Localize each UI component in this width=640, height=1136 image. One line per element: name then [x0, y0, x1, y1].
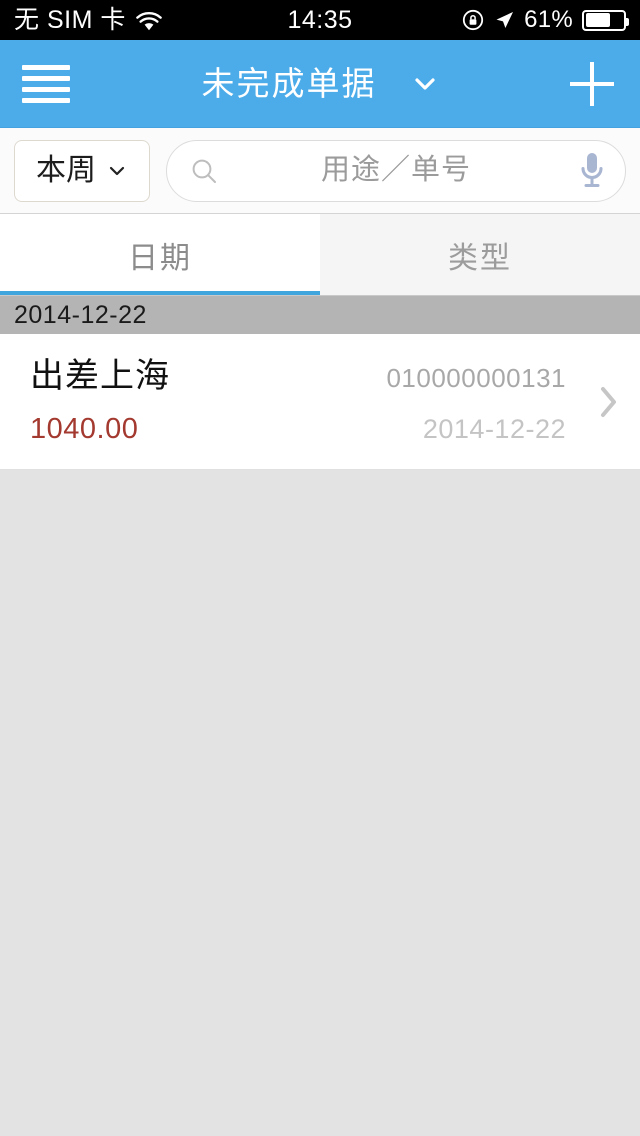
row-secondary-line: 1040.00 2014-12-22: [30, 415, 626, 444]
page-title: 未完成单据: [201, 65, 377, 102]
battery-nub: [626, 17, 629, 26]
chevron-down-icon: [106, 160, 128, 182]
tab-type[interactable]: 类型: [320, 214, 640, 295]
app-header: 未完成单据: [0, 40, 640, 128]
search-icon: [189, 156, 219, 186]
status-bar-left: 无 SIM 卡: [14, 5, 162, 34]
microphone-icon[interactable]: [577, 150, 607, 192]
date-range-dropdown[interactable]: 本周: [14, 139, 150, 202]
document-number: 010000000131: [386, 363, 566, 393]
document-title: 出差上海: [30, 357, 170, 395]
document-list[interactable]: 2014-12-22 出差上海 010000000131 1040.00 201…: [0, 296, 640, 1136]
battery-icon: [582, 9, 629, 31]
date-range-label: 本周: [36, 153, 96, 187]
wifi-icon: [136, 10, 162, 31]
section-header: 2014-12-22: [0, 296, 640, 334]
chevron-right-icon: [598, 385, 620, 419]
document-date: 2014-12-22: [422, 414, 566, 444]
table-row[interactable]: 出差上海 010000000131 1040.00 2014-12-22: [0, 334, 640, 470]
battery-percent-label: 61%: [524, 6, 573, 33]
search-input[interactable]: 用途／单号: [166, 139, 626, 202]
filter-tabs: 日期 类型: [0, 214, 640, 296]
menu-button[interactable]: [0, 40, 92, 128]
search-placeholder: 用途／单号: [320, 154, 471, 186]
search-toolbar: 本周 用途／单号: [0, 128, 640, 214]
row-primary-line: 出差上海 010000000131: [30, 359, 626, 393]
chevron-down-icon[interactable]: [411, 70, 439, 98]
status-bar: 无 SIM 卡 14:35 61%: [0, 0, 640, 40]
section-header-date: 2014-12-22: [14, 300, 147, 329]
add-document-button[interactable]: [544, 40, 640, 128]
app-screen: 无 SIM 卡 14:35 61% 未完成单据 本周 用途／单号 日期 类型 2…: [0, 0, 640, 1136]
battery-fill: [585, 13, 610, 27]
document-amount: 1040.00: [30, 413, 139, 445]
hamburger-menu-icon: [22, 64, 70, 103]
location-arrow-icon: [493, 9, 515, 31]
plus-icon: [570, 62, 614, 106]
tab-date-label: 日期: [128, 241, 192, 275]
tab-date[interactable]: 日期: [0, 214, 320, 295]
header-title-group[interactable]: 未完成单据: [150, 40, 490, 128]
status-bar-right: 61%: [462, 6, 629, 34]
rotation-lock-icon: [462, 9, 484, 31]
carrier-label: 无 SIM 卡: [14, 5, 126, 34]
tab-type-label: 类型: [448, 241, 512, 275]
